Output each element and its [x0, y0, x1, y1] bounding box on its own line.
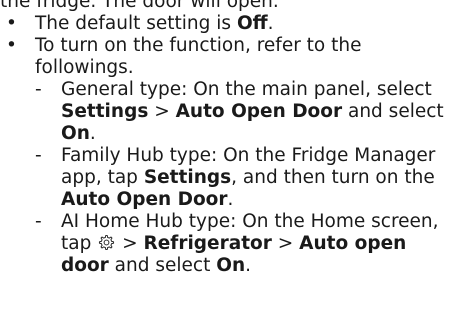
dash-text: , and then turn on the [231, 167, 435, 188]
dash-marker: - [35, 79, 42, 100]
dash-item-ai-home-hub-type: - AI Home Hub type: On the Home screen, … [35, 211, 451, 277]
bullet-marker: • [6, 13, 17, 34]
bold-settings: Settings [61, 101, 149, 122]
bullet-list: • The default setting is Off. • To turn … [0, 13, 451, 277]
bullet-text-end: . [267, 13, 274, 34]
bullet-text: To turn on the function, refer to the fo… [35, 35, 362, 78]
bold-refrigerator: Refrigerator [143, 233, 272, 254]
bullet-marker: • [6, 35, 17, 56]
dash-text: and select [342, 101, 444, 122]
bullet-item-default-setting: • The default setting is Off. [0, 13, 451, 35]
dash-item-family-hub-type: - Family Hub type: On the Fridge Manager… [35, 145, 451, 211]
dash-text: . [245, 255, 252, 276]
dash-marker: - [35, 211, 42, 232]
bold-settings: Settings [143, 167, 232, 188]
bold-off: Off [236, 13, 268, 34]
dash-list: - General type: On the main panel, selec… [35, 79, 451, 277]
dash-text: > [148, 101, 176, 122]
bold-auto-open-door: Auto Open Door [175, 101, 343, 122]
bold-auto-open-door: Auto Open Door [61, 189, 228, 210]
gear-icon [98, 234, 115, 251]
dash-text: General type: On the main panel, select [61, 79, 432, 100]
dash-text: . [227, 189, 234, 210]
bullet-text: The default setting is [35, 13, 237, 34]
bold-on: On [61, 123, 90, 144]
dash-text: > [116, 233, 144, 254]
dash-marker: - [35, 145, 42, 166]
dash-text: > [271, 233, 300, 254]
bullet-item-turn-on: • To turn on the function, refer to the … [0, 35, 451, 277]
dash-text: and select [108, 255, 217, 276]
intro-fragment: the fridge. The door will open. [0, 0, 279, 12]
dash-text: . [89, 123, 96, 144]
dash-item-general-type: - General type: On the main panel, selec… [35, 79, 451, 145]
bold-on: On [216, 255, 246, 276]
